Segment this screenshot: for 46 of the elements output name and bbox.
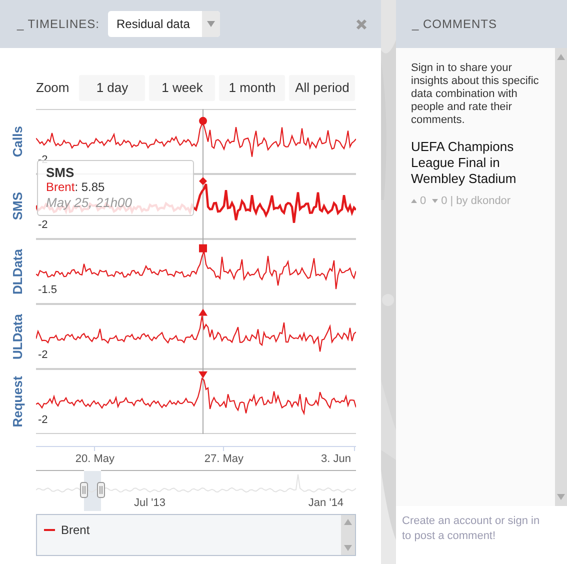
vote-count: 0 (420, 194, 426, 209)
axis-label: Jul '13 (134, 497, 166, 509)
zoom-button[interactable]: 1 week (149, 75, 216, 101)
tooltip-date: May 25, 21h00 (46, 195, 134, 210)
axis-title: Calls (9, 126, 26, 158)
point-marker (199, 177, 207, 186)
axis-label: 27. May (204, 453, 244, 465)
range-handle[interactable] (80, 482, 88, 498)
scroll-up-icon[interactable] (557, 54, 565, 60)
zoom-button[interactable]: All period (289, 75, 356, 101)
point-marker (198, 308, 208, 316)
scroll-up-icon[interactable] (344, 519, 352, 525)
zoom-button[interactable]: 1 month (219, 75, 286, 101)
scroll-down-icon[interactable] (344, 545, 352, 551)
comment-title[interactable]: UEFA Champions League Final in Wembley Stadium (411, 139, 549, 187)
axis-label: -1.5 (38, 284, 57, 296)
comment-author: | by dkondor (450, 194, 511, 209)
panel-title: _ COMMENTS (412, 16, 498, 33)
zoom-button[interactable]: 1 day (79, 75, 146, 101)
close-icon[interactable] (356, 18, 367, 30)
axis-label: -2 (38, 219, 48, 231)
axis-label: -2 (38, 349, 48, 361)
axis-title: Request (9, 376, 26, 428)
panel-title: _ TIMELINES: (17, 16, 100, 33)
axis-title: SMS (9, 192, 26, 221)
zoom-label: Zoom (36, 79, 70, 98)
axis-label: -2 (38, 414, 48, 426)
legend-item[interactable]: Brent (61, 521, 90, 539)
upvote-icon[interactable] (411, 199, 417, 204)
vote-count: 0 (441, 194, 448, 209)
downvote-icon[interactable] (432, 199, 438, 204)
caret-icon (206, 21, 215, 27)
point-marker (199, 244, 207, 252)
scroll-down-icon[interactable] (557, 494, 565, 500)
axis-label: 3. Jun (321, 453, 351, 465)
axis-label: 20. May (75, 453, 115, 465)
tooltip-title: SMS (46, 165, 76, 180)
axis-title: ULData (9, 314, 26, 360)
sign-in-prompt: Sign in to share your insights about this specific data combination with people and rate their comments. (411, 62, 540, 127)
dataset-select[interactable]: Residual data (108, 11, 220, 37)
axis-title: DLData (9, 248, 26, 294)
range-handle[interactable] (97, 482, 105, 498)
point-marker (198, 371, 208, 378)
tooltip-value: Brent: 5.85 (46, 180, 106, 195)
point-marker (199, 116, 207, 125)
axis-label: Jan '14 (308, 497, 344, 509)
